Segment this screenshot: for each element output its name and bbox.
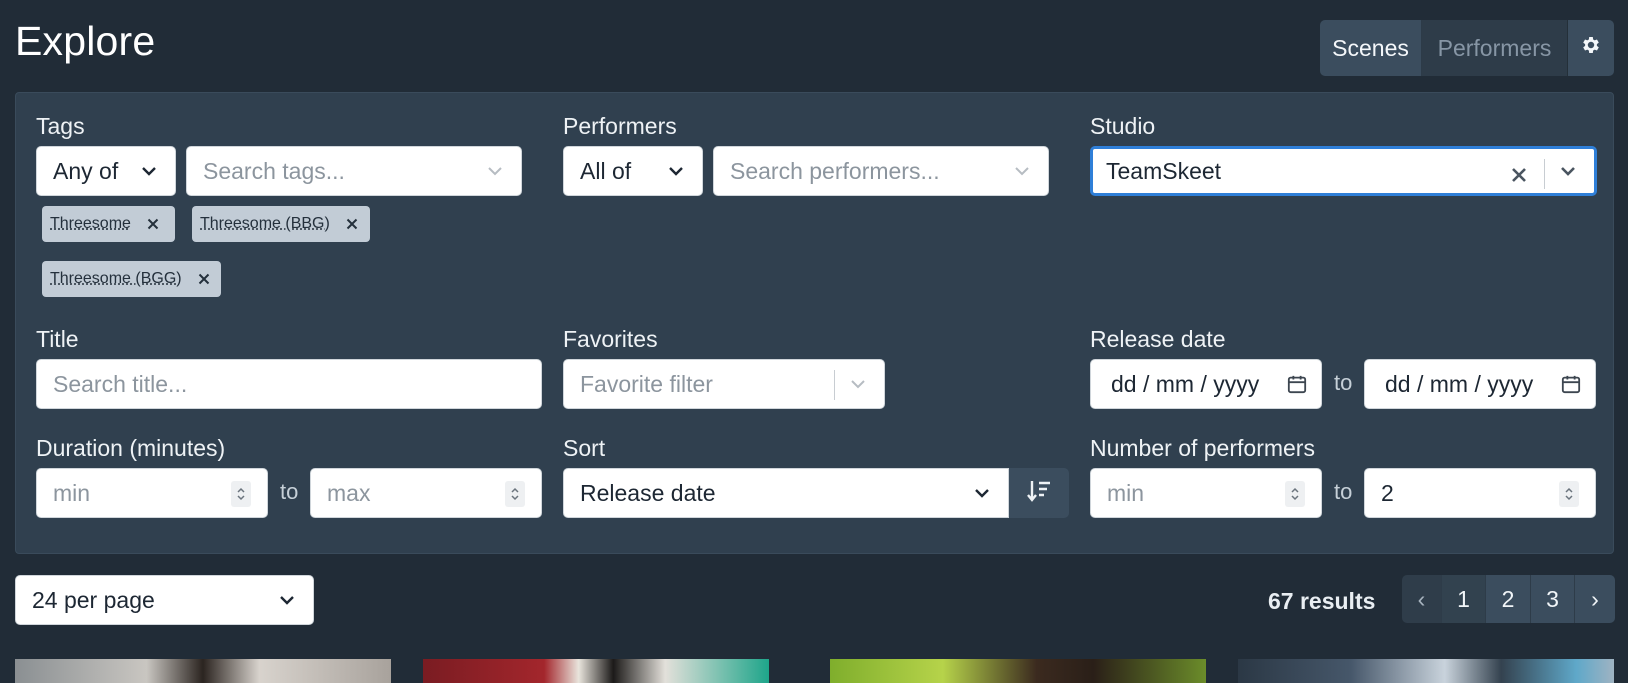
num-performers-min-input[interactable]: min (1090, 468, 1322, 518)
to-separator: to (280, 479, 299, 504)
calendar-icon[interactable] (1287, 374, 1307, 394)
performers-mode-button[interactable]: Performers (1422, 20, 1568, 76)
results-count: 67 results (1268, 588, 1376, 614)
per-page-select[interactable]: 24 per page (15, 575, 314, 625)
duration-max-input[interactable]: max (310, 468, 542, 518)
title-search-input[interactable]: Search title... (36, 359, 542, 409)
page-1-button[interactable]: 1 (1442, 575, 1486, 623)
page-title: Explore (15, 18, 156, 64)
duration-min-placeholder: min (53, 479, 91, 506)
spinner-icon[interactable] (505, 481, 525, 507)
tag-chip-label[interactable]: Threesome (BGG) (50, 270, 182, 288)
scene-thumbnail[interactable] (830, 659, 1206, 683)
clear-icon[interactable] (1510, 163, 1528, 182)
num-performers-label: Number of performers (1090, 435, 1315, 461)
chevron-down-icon (972, 483, 992, 503)
gear-icon (1580, 34, 1602, 62)
title-label: Title (36, 326, 79, 352)
calendar-icon[interactable] (1561, 374, 1581, 394)
to-separator: to (1334, 479, 1353, 504)
num-performers-max-input[interactable]: 2 (1364, 468, 1596, 518)
tag-chip: Threesome (BGG) (42, 261, 221, 297)
mode-toggle: Scenes Performers (1320, 20, 1614, 76)
tags-label: Tags (36, 113, 85, 139)
tags-mode-select[interactable]: Any of (36, 146, 176, 196)
select-separator (834, 370, 835, 400)
spinner-icon[interactable] (231, 481, 251, 507)
num-performers-min-placeholder: min (1107, 479, 1145, 506)
chevron-down-icon (1558, 161, 1578, 181)
performers-search-input[interactable]: Search performers... (713, 146, 1049, 196)
favorites-label: Favorites (563, 326, 658, 352)
chevron-down-icon (666, 161, 686, 181)
chevron-down-icon (1012, 161, 1032, 181)
performers-mode-select[interactable]: All of (563, 146, 703, 196)
duration-min-input[interactable]: min (36, 468, 268, 518)
tag-chip: Threesome (BBG) (192, 206, 370, 242)
next-page-button[interactable]: › (1575, 575, 1615, 623)
studio-label: Studio (1090, 113, 1156, 139)
tag-chip-label[interactable]: Threesome (50, 215, 131, 233)
filter-panel: Tags Any of Search tags... Threesome Thr… (15, 92, 1614, 554)
release-date-to-input[interactable]: dd / mm / yyyy (1364, 359, 1596, 409)
sort-label: Sort (563, 435, 606, 461)
favorites-placeholder: Favorite filter (580, 370, 713, 397)
tags-search-placeholder: Search tags... (203, 157, 345, 184)
sort-direction-button[interactable] (1009, 468, 1069, 518)
duration-label: Duration (minutes) (36, 435, 226, 461)
settings-button[interactable] (1568, 20, 1614, 76)
scenes-mode-button[interactable]: Scenes (1320, 20, 1422, 76)
chevron-down-icon (277, 590, 297, 610)
performers-label: Performers (563, 113, 677, 139)
duration-max-placeholder: max (327, 479, 371, 506)
chevron-down-icon (485, 161, 505, 181)
tags-mode-value: Any of (53, 157, 119, 184)
date-to-placeholder: dd / mm / yyyy (1385, 370, 1534, 397)
chevron-down-icon (139, 161, 159, 181)
close-icon[interactable] (145, 216, 161, 232)
release-date-label: Release date (1090, 326, 1226, 352)
tags-search-input[interactable]: Search tags... (186, 146, 522, 196)
sort-select[interactable]: Release date (563, 468, 1009, 518)
scene-thumbnail[interactable] (15, 659, 391, 683)
release-date-from-input[interactable]: dd / mm / yyyy (1090, 359, 1322, 409)
chevron-down-icon (848, 374, 868, 394)
tag-chip-label[interactable]: Threesome (BBG) (200, 215, 330, 233)
close-icon[interactable] (344, 216, 360, 232)
to-separator: to (1334, 370, 1353, 395)
num-performers-max-value: 2 (1381, 479, 1394, 506)
prev-page-button[interactable]: ‹ (1402, 575, 1442, 623)
spinner-icon[interactable] (1285, 481, 1305, 507)
page-3-button[interactable]: 3 (1531, 575, 1575, 623)
scene-thumbnail[interactable] (1238, 659, 1614, 683)
page-2-button[interactable]: 2 (1486, 575, 1531, 623)
date-from-placeholder: dd / mm / yyyy (1111, 370, 1260, 397)
title-search-placeholder: Search title... (53, 370, 188, 397)
sort-descending-icon (1026, 479, 1052, 508)
per-page-value: 24 per page (32, 586, 155, 613)
performers-mode-value: All of (580, 157, 632, 184)
studio-value: TeamSkeet (1106, 157, 1222, 184)
studio-select[interactable]: TeamSkeet (1090, 146, 1597, 196)
sort-value: Release date (580, 479, 716, 506)
close-icon[interactable] (196, 271, 212, 287)
scene-thumbnail[interactable] (423, 659, 769, 683)
performers-search-placeholder: Search performers... (730, 157, 940, 184)
spinner-icon[interactable] (1559, 481, 1579, 507)
pagination: ‹ 1 2 3 › (1402, 575, 1615, 623)
tag-chip: Threesome (42, 206, 175, 242)
favorites-select[interactable]: Favorite filter (563, 359, 885, 409)
select-separator (1544, 159, 1545, 189)
